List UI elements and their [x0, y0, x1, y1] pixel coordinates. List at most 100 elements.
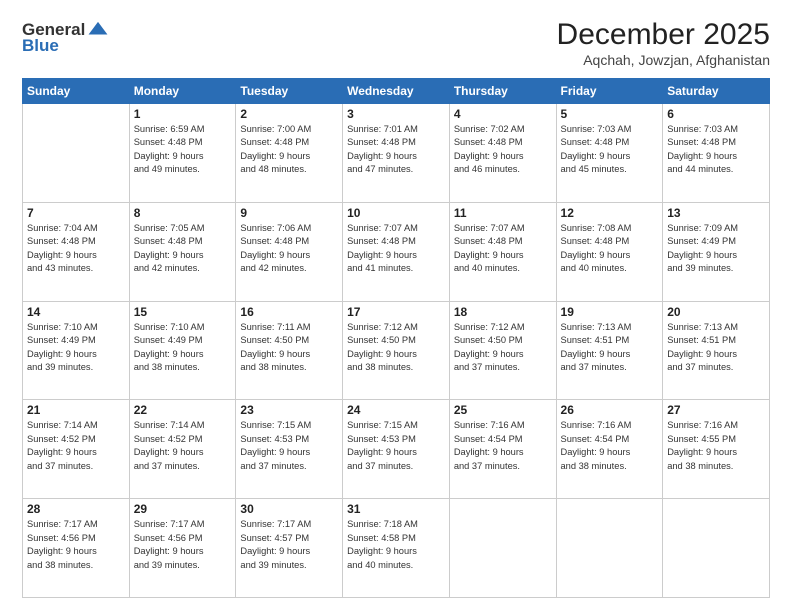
day-info: Sunrise: 7:13 AMSunset: 4:51 PMDaylight:…	[667, 321, 765, 375]
calendar-cell: 30 Sunrise: 7:17 AMSunset: 4:57 PMDayligh…	[236, 499, 343, 598]
day-number: 13	[667, 206, 765, 220]
day-number: 3	[347, 107, 445, 121]
day-info: Sunrise: 7:00 AMSunset: 4:48 PMDaylight:…	[240, 123, 338, 177]
calendar-cell: 15 Sunrise: 7:10 AMSunset: 4:49 PMDayligh…	[129, 301, 236, 400]
calendar-cell: 28Sunrise: 7:17 AMSunset: 4:56 PMDayligh…	[23, 499, 130, 598]
calendar-cell: 29 Sunrise: 7:17 AMSunset: 4:56 PMDayligh…	[129, 499, 236, 598]
logo-blue-text: Blue	[22, 36, 59, 56]
day-number: 16	[240, 305, 338, 319]
day-number: 31	[347, 502, 445, 516]
calendar-cell: 25Sunrise: 7:16 AMSunset: 4:54 PMDayligh…	[449, 400, 556, 499]
header: General Blue December 2025 Aqchah, Jowzj…	[22, 18, 770, 68]
day-info: Sunrise: 7:17 AMSunset: 4:56 PMDaylight:…	[134, 518, 232, 572]
weekday-header: Friday	[556, 79, 663, 104]
day-number: 29	[134, 502, 232, 516]
calendar-table: SundayMondayTuesdayWednesdayThursdayFrid…	[22, 78, 770, 598]
calendar-cell: 31 Sunrise: 7:18 AMSunset: 4:58 PMDayligh…	[343, 499, 450, 598]
day-info: Sunrise: 7:15 AMSunset: 4:53 PMDaylight:…	[240, 419, 338, 473]
calendar-cell: 23 Sunrise: 7:15 AMSunset: 4:53 PMDayligh…	[236, 400, 343, 499]
day-info: Sunrise: 7:01 AMSunset: 4:48 PMDaylight:…	[347, 123, 445, 177]
day-info: Sunrise: 7:09 AMSunset: 4:49 PMDaylight:…	[667, 222, 765, 276]
day-number: 20	[667, 305, 765, 319]
calendar-cell: 26 Sunrise: 7:16 AMSunset: 4:54 PMDayligh…	[556, 400, 663, 499]
calendar-cell: 13 Sunrise: 7:09 AMSunset: 4:49 PMDayligh…	[663, 202, 770, 301]
day-number: 6	[667, 107, 765, 121]
calendar-cell	[449, 499, 556, 598]
week-row: 28Sunrise: 7:17 AMSunset: 4:56 PMDayligh…	[23, 499, 770, 598]
day-number: 4	[454, 107, 552, 121]
day-info: Sunrise: 6:59 AMSunset: 4:48 PMDaylight:…	[134, 123, 232, 177]
day-number: 1	[134, 107, 232, 121]
weekday-header: Saturday	[663, 79, 770, 104]
weekday-header-row: SundayMondayTuesdayWednesdayThursdayFrid…	[23, 79, 770, 104]
calendar-cell	[556, 499, 663, 598]
page: General Blue December 2025 Aqchah, Jowzj…	[0, 0, 792, 612]
calendar-cell: 22Sunrise: 7:14 AMSunset: 4:52 PMDayligh…	[129, 400, 236, 499]
weekday-header: Sunday	[23, 79, 130, 104]
calendar-cell: 3 Sunrise: 7:01 AMSunset: 4:48 PMDaylight…	[343, 104, 450, 203]
calendar-cell: 10Sunrise: 7:07 AMSunset: 4:48 PMDayligh…	[343, 202, 450, 301]
day-number: 7	[27, 206, 125, 220]
location: Aqchah, Jowzjan, Afghanistan	[557, 52, 770, 68]
calendar-cell: 17 Sunrise: 7:12 AMSunset: 4:50 PMDayligh…	[343, 301, 450, 400]
day-number: 23	[240, 403, 338, 417]
calendar-cell: 8 Sunrise: 7:05 AMSunset: 4:48 PMDaylight…	[129, 202, 236, 301]
calendar-cell: 6Sunrise: 7:03 AMSunset: 4:48 PMDaylight…	[663, 104, 770, 203]
calendar-cell: 20 Sunrise: 7:13 AMSunset: 4:51 PMDayligh…	[663, 301, 770, 400]
calendar-cell: 7 Sunrise: 7:04 AMSunset: 4:48 PMDaylight…	[23, 202, 130, 301]
calendar-cell	[23, 104, 130, 203]
day-info: Sunrise: 7:15 AMSunset: 4:53 PMDaylight:…	[347, 419, 445, 473]
day-info: Sunrise: 7:18 AMSunset: 4:58 PMDaylight:…	[347, 518, 445, 572]
day-number: 8	[134, 206, 232, 220]
calendar-cell: 2 Sunrise: 7:00 AMSunset: 4:48 PMDaylight…	[236, 104, 343, 203]
day-number: 11	[454, 206, 552, 220]
day-info: Sunrise: 7:17 AMSunset: 4:56 PMDaylight:…	[27, 518, 125, 572]
week-row: 1 Sunrise: 6:59 AMSunset: 4:48 PMDaylight…	[23, 104, 770, 203]
day-info: Sunrise: 7:16 AMSunset: 4:55 PMDaylight:…	[667, 419, 765, 473]
day-number: 25	[454, 403, 552, 417]
calendar-cell: 18 Sunrise: 7:12 AMSunset: 4:50 PMDayligh…	[449, 301, 556, 400]
day-info: Sunrise: 7:14 AMSunset: 4:52 PMDaylight:…	[134, 419, 232, 473]
day-number: 30	[240, 502, 338, 516]
weekday-header: Monday	[129, 79, 236, 104]
calendar-cell: 11 Sunrise: 7:07 AMSunset: 4:48 PMDayligh…	[449, 202, 556, 301]
day-number: 26	[561, 403, 659, 417]
day-number: 12	[561, 206, 659, 220]
weekday-header: Tuesday	[236, 79, 343, 104]
day-info: Sunrise: 7:10 AMSunset: 4:49 PMDaylight:…	[134, 321, 232, 375]
day-number: 10	[347, 206, 445, 220]
calendar-cell: 19Sunrise: 7:13 AMSunset: 4:51 PMDayligh…	[556, 301, 663, 400]
day-number: 9	[240, 206, 338, 220]
day-info: Sunrise: 7:06 AMSunset: 4:48 PMDaylight:…	[240, 222, 338, 276]
day-info: Sunrise: 7:17 AMSunset: 4:57 PMDaylight:…	[240, 518, 338, 572]
calendar-cell: 4Sunrise: 7:02 AMSunset: 4:48 PMDaylight…	[449, 104, 556, 203]
day-number: 17	[347, 305, 445, 319]
day-number: 5	[561, 107, 659, 121]
day-number: 18	[454, 305, 552, 319]
day-info: Sunrise: 7:10 AMSunset: 4:49 PMDaylight:…	[27, 321, 125, 375]
day-info: Sunrise: 7:05 AMSunset: 4:48 PMDaylight:…	[134, 222, 232, 276]
day-info: Sunrise: 7:07 AMSunset: 4:48 PMDaylight:…	[454, 222, 552, 276]
weekday-header: Wednesday	[343, 79, 450, 104]
logo: General Blue	[22, 18, 109, 56]
month-title: December 2025	[557, 18, 770, 52]
day-number: 24	[347, 403, 445, 417]
day-number: 2	[240, 107, 338, 121]
calendar-cell: 1 Sunrise: 6:59 AMSunset: 4:48 PMDaylight…	[129, 104, 236, 203]
week-row: 14Sunrise: 7:10 AMSunset: 4:49 PMDayligh…	[23, 301, 770, 400]
day-info: Sunrise: 7:04 AMSunset: 4:48 PMDaylight:…	[27, 222, 125, 276]
week-row: 21 Sunrise: 7:14 AMSunset: 4:52 PMDayligh…	[23, 400, 770, 499]
calendar-cell	[663, 499, 770, 598]
day-number: 27	[667, 403, 765, 417]
calendar-cell: 12 Sunrise: 7:08 AMSunset: 4:48 PMDayligh…	[556, 202, 663, 301]
calendar-cell: 21Sunrise: 7:14 AMSunset: 4:52 PMDayligh…	[23, 400, 130, 499]
day-info: Sunrise: 7:12 AMSunset: 4:50 PMDaylight:…	[347, 321, 445, 375]
day-number: 15	[134, 305, 232, 319]
day-info: Sunrise: 7:13 AMSunset: 4:51 PMDaylight:…	[561, 321, 659, 375]
calendar-cell: 27 Sunrise: 7:16 AMSunset: 4:55 PMDayligh…	[663, 400, 770, 499]
day-info: Sunrise: 7:12 AMSunset: 4:50 PMDaylight:…	[454, 321, 552, 375]
day-info: Sunrise: 7:08 AMSunset: 4:48 PMDaylight:…	[561, 222, 659, 276]
day-number: 21	[27, 403, 125, 417]
day-info: Sunrise: 7:16 AMSunset: 4:54 PMDaylight:…	[561, 419, 659, 473]
calendar-cell: 24 Sunrise: 7:15 AMSunset: 4:53 PMDayligh…	[343, 400, 450, 499]
